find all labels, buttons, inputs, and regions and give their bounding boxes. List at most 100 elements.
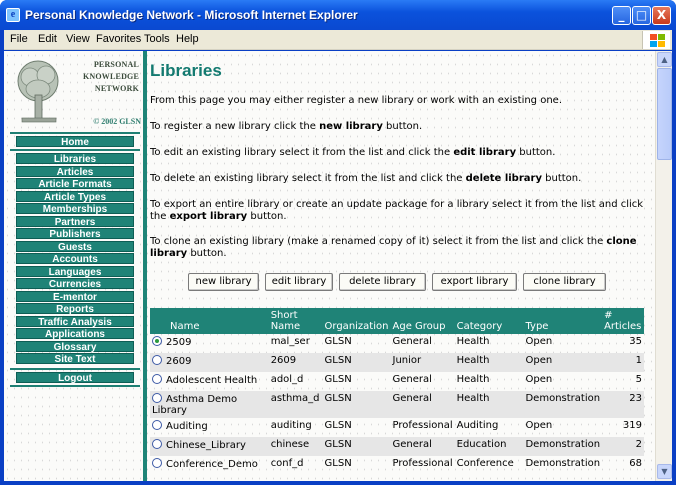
- library-organization: GLSN: [322, 391, 391, 418]
- menu-help[interactable]: Help: [176, 33, 199, 45]
- library-name: Asthma Demo Library: [152, 394, 238, 416]
- edit-library-button[interactable]: edit library: [265, 273, 333, 291]
- tree-logo-icon: [17, 60, 59, 123]
- menu-file[interactable]: File: [10, 33, 28, 45]
- nav-applications[interactable]: Applications: [16, 328, 134, 340]
- library-short-name: auditing: [270, 420, 312, 431]
- nav-logout[interactable]: Logout: [16, 372, 134, 384]
- delete-library-button[interactable]: delete library: [339, 273, 426, 291]
- scroll-up-icon[interactable]: ▲: [657, 52, 672, 67]
- intro-text: From this page you may either register a…: [150, 95, 562, 106]
- scroll-down-icon[interactable]: ▼: [657, 464, 672, 479]
- library-short-name: adol_d: [270, 374, 304, 385]
- table-row[interactable]: Chinese_Library chinese GLSN General Edu…: [150, 437, 644, 456]
- menu-tools[interactable]: Tools: [144, 33, 170, 45]
- table-row[interactable]: 2609 2609 GLSN Junior Health Open 1: [150, 353, 644, 372]
- library-category: Education: [454, 437, 524, 456]
- library-article-count: 23: [602, 391, 644, 418]
- library-short-name: conf_d: [270, 458, 304, 469]
- library-name: Chinese_Library: [166, 440, 246, 451]
- library-organization: GLSN: [322, 353, 391, 372]
- library-organization: GLSN: [324, 458, 352, 469]
- scrollbar-thumb[interactable]: [657, 68, 672, 160]
- copyright-text: © 2002 GLSN: [93, 117, 141, 126]
- menu-favorites[interactable]: Favorites: [96, 33, 141, 45]
- table-row[interactable]: Adolescent Health adol_d GLSN General He…: [150, 372, 644, 391]
- library-article-count: 1: [602, 353, 644, 372]
- nav-libraries[interactable]: Libraries: [16, 153, 134, 165]
- nav-currencies[interactable]: Currencies: [16, 278, 134, 290]
- library-article-count: 319: [622, 420, 642, 431]
- library-organization: GLSN: [322, 437, 391, 456]
- column-header-age-group: Age Group: [390, 308, 455, 334]
- library-category: Conference: [456, 458, 514, 469]
- library-type: Open: [523, 353, 603, 372]
- row-radio-button[interactable]: [152, 458, 162, 468]
- library-age-group: Professional: [392, 420, 453, 431]
- vertical-scrollbar[interactable]: ▲ ▼: [655, 51, 672, 481]
- page-title: Libraries: [150, 61, 222, 80]
- nav-articles[interactable]: Articles: [16, 165, 134, 178]
- library-short-name: 2609: [268, 353, 323, 372]
- library-name: Adolescent Health: [166, 375, 258, 386]
- minimize-button[interactable]: _: [612, 6, 631, 25]
- library-organization: GLSN: [324, 374, 352, 385]
- clone-library-button[interactable]: clone library: [523, 273, 606, 291]
- edit-instructions: To edit an existing library select it fr…: [150, 147, 556, 158]
- nav-glossary[interactable]: Glossary: [16, 340, 134, 353]
- library-category: Auditing: [456, 420, 499, 431]
- nav-traffic-analysis[interactable]: Traffic Analysis: [16, 315, 134, 328]
- table-row[interactable]: Asthma Demo Library asthma_d GLSN Genera…: [150, 391, 644, 418]
- logo-text-network: NETWORK: [94, 84, 139, 93]
- row-radio-button[interactable]: [152, 420, 162, 430]
- library-age-group: General: [392, 336, 432, 347]
- table-row[interactable]: Auditing auditing GLSN Professional Audi…: [150, 418, 644, 437]
- nav-memberships[interactable]: Memberships: [16, 203, 134, 215]
- nav-publishers[interactable]: Publishers: [16, 228, 134, 240]
- menu-view[interactable]: View: [66, 33, 90, 45]
- library-organization: GLSN: [324, 336, 352, 347]
- close-button[interactable]: X: [652, 6, 671, 25]
- maximize-button[interactable]: □: [632, 6, 651, 25]
- export-library-button[interactable]: export library: [432, 273, 517, 291]
- nav-article-types[interactable]: Article Types: [16, 190, 134, 203]
- site-logo: PERSONAL KNOWLEDGE NETWORK © 2002 GLSN: [10, 55, 143, 131]
- nav-home[interactable]: Home: [16, 136, 134, 148]
- nav-reports[interactable]: Reports: [16, 303, 134, 315]
- row-radio-button[interactable]: [152, 355, 162, 365]
- nav-e-mentor[interactable]: E-mentor: [16, 290, 134, 303]
- column-header-organization: Organization: [322, 308, 391, 334]
- library-article-count: 68: [629, 458, 642, 469]
- nav-article-formats[interactable]: Article Formats: [16, 178, 134, 190]
- library-category: Health: [456, 374, 490, 385]
- row-radio-button[interactable]: [152, 336, 162, 346]
- menu-edit[interactable]: Edit: [38, 33, 57, 45]
- nav-partners[interactable]: Partners: [16, 215, 134, 228]
- library-age-group: General: [390, 437, 455, 456]
- nav-accounts[interactable]: Accounts: [16, 253, 134, 265]
- nav-site-text[interactable]: Site Text: [16, 353, 134, 365]
- nav-languages[interactable]: Languages: [16, 265, 134, 278]
- library-type: Demonstration: [523, 437, 603, 456]
- library-article-count: 2: [602, 437, 644, 456]
- library-article-count: 5: [635, 374, 642, 385]
- row-radio-button[interactable]: [152, 439, 162, 449]
- library-type: Demonstration: [525, 458, 601, 469]
- library-age-group: General: [392, 374, 432, 385]
- library-category: Health: [454, 353, 524, 372]
- register-instructions: To register a new library click the new …: [150, 121, 423, 132]
- row-radio-button[interactable]: [152, 393, 162, 403]
- nav-guests[interactable]: Guests: [16, 240, 134, 253]
- library-type: Open: [525, 336, 553, 347]
- page-viewport: PERSONAL KNOWLEDGE NETWORK © 2002 GLSN H…: [4, 51, 672, 481]
- browser-window: e Personal Knowledge Network - Microsoft…: [0, 0, 676, 485]
- library-category: Health: [456, 336, 490, 347]
- library-short-name: mal_ser: [270, 336, 310, 347]
- column-header-name: Name: [150, 308, 269, 334]
- row-radio-button[interactable]: [152, 374, 162, 384]
- table-row[interactable]: Conference_Demo conf_d GLSN Professional…: [150, 456, 644, 475]
- title-bar: e Personal Knowledge Network - Microsoft…: [0, 0, 676, 30]
- nav-divider: [10, 149, 140, 151]
- table-row[interactable]: 2509 mal_ser GLSN General Health Open 35: [150, 334, 644, 353]
- new-library-button[interactable]: new library: [188, 273, 259, 291]
